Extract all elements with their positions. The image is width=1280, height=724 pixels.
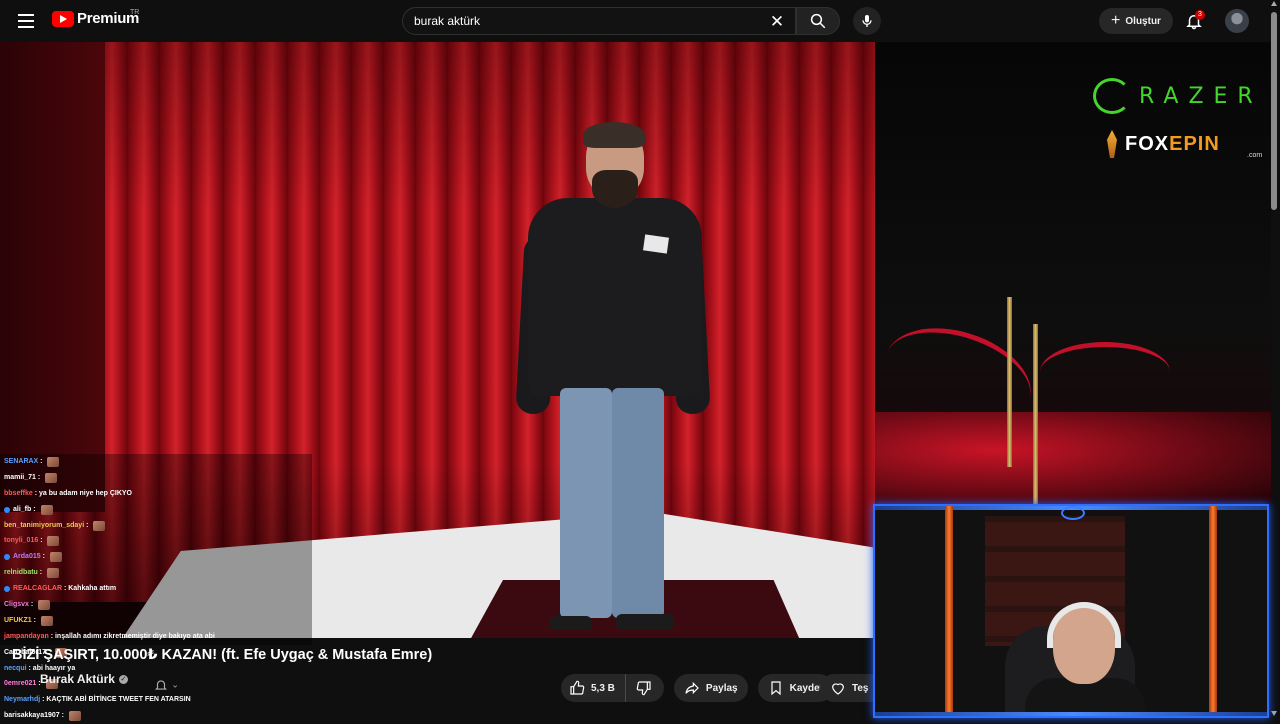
- create-button[interactable]: + Oluştur: [1099, 8, 1173, 34]
- stanchion-post: [1007, 297, 1012, 467]
- share-button[interactable]: Paylaş: [673, 674, 748, 702]
- chat-username: 0emre021: [4, 680, 37, 688]
- chat-emote-icon: [40, 615, 53, 626]
- chat-username: ali_fb: [13, 505, 32, 513]
- chat-message: barisakkaya1907 :: [0, 708, 312, 724]
- razer-wordmark: RAZER: [1139, 83, 1263, 109]
- like-count: 5,3 B: [591, 682, 615, 694]
- chat-text: ya bu adam niye hep ÇIKYO: [39, 489, 132, 497]
- video-title: BİZİ ŞAŞIRT, 10.000₺ KAZAN! (ft. Efe Uyg…: [12, 647, 433, 663]
- share-label: Paylaş: [705, 682, 738, 694]
- chat-username: jampandayan: [4, 632, 49, 640]
- chat-text: Kahkaha attım: [68, 585, 117, 593]
- chat-text: inşallah adımı zikretmemiştir diye bakıy…: [54, 632, 215, 640]
- webcam-logo-icon: [1061, 506, 1085, 520]
- channel-name[interactable]: Burak Aktürk: [40, 672, 115, 686]
- chat-username: UFUKZ1: [4, 616, 32, 624]
- chat-username: Neymarhdj: [4, 696, 41, 704]
- microphone-icon: [862, 15, 872, 27]
- chat-message: relnidbatu :: [0, 565, 312, 582]
- foxepin-domain: .com: [1247, 152, 1263, 159]
- chat-message: UFUKZ1 :: [0, 612, 312, 629]
- search-input[interactable]: [403, 14, 753, 28]
- contestant-figure: [515, 122, 711, 636]
- chat-message: ali_fb :: [0, 501, 312, 518]
- chat-emote-icon: [47, 456, 60, 467]
- menu-icon[interactable]: [14, 10, 38, 32]
- chat-emote-icon: [49, 552, 62, 563]
- stanchion-post: [1033, 324, 1038, 504]
- chat-message: SENARAX :: [0, 454, 312, 470]
- chat-message: bbseffke : ya bu adam niye hep ÇIKYO: [0, 485, 312, 502]
- chat-username: Cligsvx: [4, 601, 29, 609]
- video-actions: 5,3 B Paylaş Kaydet: [561, 674, 833, 702]
- channel-info: Burak Aktürk ✓: [40, 672, 128, 686]
- dislike-button[interactable]: [626, 674, 664, 702]
- share-icon: [685, 681, 699, 695]
- like-dislike-group: 5,3 B: [561, 674, 664, 702]
- chat-badge-icon: [4, 554, 10, 561]
- chat-emote-icon: [45, 472, 58, 483]
- avatar[interactable]: [1225, 9, 1249, 33]
- razer-logo: RAZER: [1093, 78, 1263, 114]
- notification-badge: 3: [1195, 10, 1205, 20]
- scroll-down-arrow[interactable]: [1271, 711, 1277, 716]
- clear-search-icon[interactable]: ✕: [767, 12, 787, 32]
- thanks-label: Teş: [852, 682, 869, 694]
- thumbs-up-icon: [570, 680, 585, 695]
- chat-emote-icon: [47, 536, 60, 547]
- like-button[interactable]: 5,3 B: [561, 674, 626, 702]
- plus-icon: +: [1111, 12, 1121, 29]
- chat-username: mamii_71: [4, 473, 36, 481]
- streamer-webcam: [873, 504, 1269, 718]
- bookmark-icon: [771, 681, 781, 696]
- chat-message: mamii_71 :: [0, 469, 312, 486]
- chat-emote-icon: [47, 568, 60, 579]
- thanks-button-clipped[interactable]: Teş: [820, 674, 874, 702]
- chat-username: REALCAGLAR: [13, 585, 62, 593]
- chat-message: Cligsvx :: [0, 597, 312, 613]
- chat-username: Arda015: [13, 553, 41, 561]
- chat-username: bbseffke: [4, 489, 33, 497]
- create-label: Oluştur: [1125, 15, 1161, 27]
- verified-icon: ✓: [118, 674, 128, 684]
- chat-emote-icon: [38, 599, 51, 610]
- chat-message: jampandayan : inşallah adımı zikretmemiş…: [0, 628, 312, 645]
- chat-message: tonyli_016 :: [0, 533, 312, 550]
- chat-username: tonyli_016: [4, 537, 39, 545]
- chat-badge-icon: [4, 506, 10, 513]
- youtube-play-icon: [52, 10, 74, 27]
- scroll-up-arrow[interactable]: [1271, 1, 1277, 6]
- chat-emote-icon: [40, 504, 53, 515]
- chat-username: relnidbatu: [4, 569, 38, 577]
- youtube-logo[interactable]: Premium TR: [52, 9, 140, 27]
- subscription-bell-icon[interactable]: ⌄: [154, 677, 194, 699]
- search-button[interactable]: [796, 7, 840, 35]
- chat-message: Arda015 :: [0, 549, 312, 566]
- foxepin-logo: FOXEPIN .com: [1107, 130, 1262, 159]
- foxepin-flame-icon: [1107, 130, 1117, 158]
- chat-username: barisakkaya1907: [4, 712, 60, 720]
- country-code: TR: [130, 9, 140, 16]
- notifications-button[interactable]: 3: [1182, 9, 1206, 33]
- razer-snake-icon: [1093, 78, 1131, 114]
- chat-badge-icon: [4, 586, 10, 593]
- chat-username: ben_tanimiyorum_sdayi: [4, 521, 85, 529]
- stage-backdrop: RAZER FOXEPIN .com: [875, 42, 1271, 504]
- chevron-down-icon: ⌄: [171, 679, 179, 690]
- foxepin-wordmark: FOXEPIN: [1125, 132, 1220, 155]
- super-thanks-icon: [832, 683, 844, 695]
- chat-message: REALCAGLAR : Kahkaha attım: [0, 581, 312, 598]
- search-box: ✕: [402, 7, 796, 35]
- voice-search-button[interactable]: [853, 7, 881, 35]
- chat-emote-icon: [93, 520, 106, 531]
- top-bar: Premium TR ✕ + Oluştur 3: [0, 0, 1280, 42]
- search-icon: [810, 13, 826, 29]
- chat-username: SENARAX: [4, 458, 39, 465]
- save-label: Kaydet: [789, 682, 823, 694]
- chat-message: ben_tanimiyorum_sdayi :: [0, 517, 312, 534]
- scrollbar[interactable]: [1271, 12, 1277, 210]
- thumbs-down-icon: [636, 681, 651, 696]
